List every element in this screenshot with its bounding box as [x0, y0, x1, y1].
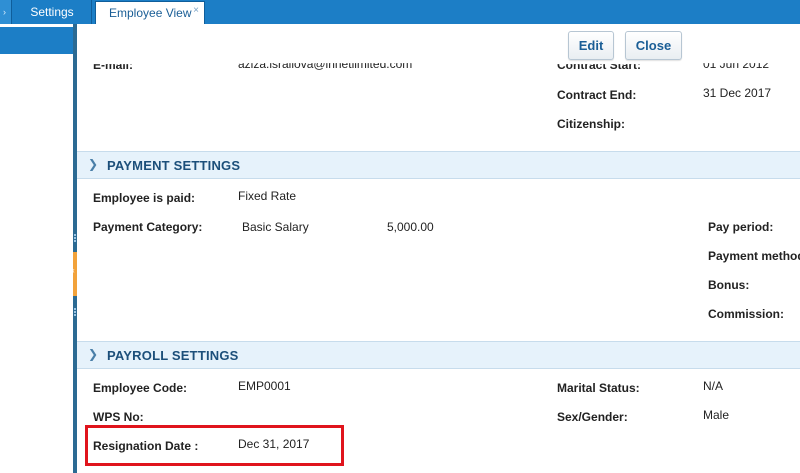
contract-end-label: Contract End:	[557, 88, 637, 102]
marital-status-label: Marital Status:	[557, 381, 640, 395]
email-label: E-mail:	[93, 58, 134, 72]
employee-view-panel: Edit Close E-mail: aziza.israilova@innet…	[77, 24, 800, 473]
splitter-grip	[74, 308, 76, 316]
chevron-down-icon: ❯	[88, 347, 99, 361]
splitter-grip	[74, 234, 76, 242]
sex-gender-label: Sex/Gender:	[557, 410, 628, 424]
tab-settings[interactable]: Settings	[13, 0, 92, 24]
employee-is-paid-value: Fixed Rate	[238, 189, 297, 203]
employee-code-value: EMP0001	[238, 379, 291, 393]
wps-no-label: WPS No:	[93, 410, 144, 424]
commission-label: Commission:	[708, 307, 785, 321]
tab-employee-view[interactable]: Employee View ×	[95, 1, 205, 24]
employee-code-label: Employee Code:	[93, 381, 188, 395]
tab-previous[interactable]: ›	[0, 0, 12, 24]
email-value: aziza.israilova@innetlimited.com	[238, 57, 413, 71]
chevron-down-icon: ❯	[88, 157, 99, 171]
sex-gender-value: Male	[703, 408, 730, 422]
contract-end-value: 31 Dec 2017	[703, 86, 772, 100]
payment-category-value: Basic Salary	[242, 220, 309, 234]
payroll-settings-header[interactable]: ❯ PAYROLL SETTINGS	[77, 341, 800, 369]
sidebar	[0, 24, 73, 473]
collapse-icon: ‹	[72, 266, 75, 275]
payment-method-label: Payment method	[708, 249, 800, 263]
contract-start-value: 01 Jun 2012	[703, 57, 770, 71]
marital-status-value: N/A	[703, 379, 724, 393]
pay-period-label: Pay period:	[708, 220, 774, 234]
close-tab-icon[interactable]: ×	[193, 0, 199, 22]
tab-settings-label: Settings	[30, 5, 74, 19]
citizenship-label: Citizenship:	[557, 117, 625, 131]
payment-settings-title: PAYMENT SETTINGS	[107, 158, 241, 173]
close-button[interactable]: Close	[625, 31, 682, 60]
payment-settings-header[interactable]: ❯ PAYMENT SETTINGS	[77, 151, 800, 179]
chevron-left-icon: ›	[3, 7, 6, 17]
tab-bar: › Settings Employee View ×	[0, 0, 800, 24]
contract-start-label: Contract Start:	[557, 58, 642, 72]
bonus-label: Bonus:	[708, 278, 750, 292]
payment-amount: 5,000.00	[387, 220, 434, 234]
payment-category-label: Payment Category:	[93, 220, 203, 234]
edit-button[interactable]: Edit	[568, 31, 614, 60]
tab-employee-view-label: Employee View	[109, 6, 192, 20]
resignation-date-highlight	[85, 425, 344, 466]
employee-is-paid-label: Employee is paid:	[93, 191, 196, 205]
sidebar-header[interactable]	[0, 27, 73, 54]
payroll-settings-title: PAYROLL SETTINGS	[107, 348, 239, 363]
